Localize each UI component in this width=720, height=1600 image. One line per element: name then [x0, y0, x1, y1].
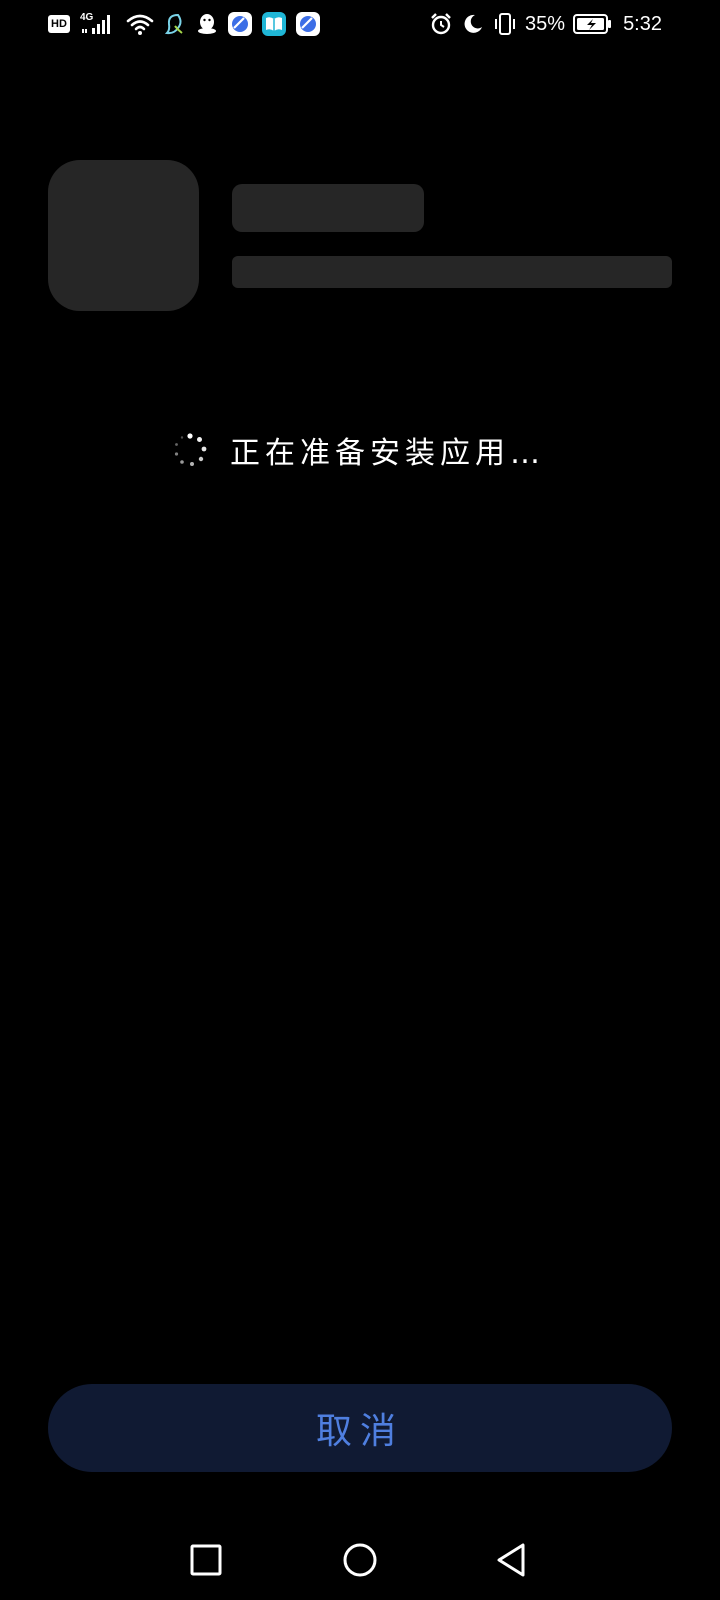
- back-icon: [497, 1543, 525, 1577]
- status-bar-right: 35% 5:32: [429, 0, 662, 48]
- loading-spinner-icon: [174, 433, 207, 466]
- battery-charging-icon: [573, 14, 612, 34]
- browser-icon: [228, 12, 252, 36]
- wifi-icon: [126, 14, 154, 35]
- recent-apps-button[interactable]: [174, 1520, 238, 1600]
- preparing-status: 正在准备安装应用…: [172, 426, 545, 474]
- app-notification-icon: [164, 13, 183, 35]
- reader-icon: [262, 12, 286, 36]
- signal-icon: 4G: [80, 12, 116, 36]
- home-icon: [343, 1543, 377, 1577]
- do-not-disturb-icon: [464, 14, 483, 33]
- app-subtitle-placeholder: [232, 256, 672, 288]
- status-bar: HD 4G 35% 5:32: [0, 0, 720, 48]
- app-icon-placeholder: [48, 160, 199, 311]
- navigation-bar: [0, 1520, 720, 1600]
- cancel-label: 取消: [315, 1411, 404, 1452]
- battery-percent: 35%: [525, 12, 566, 35]
- cancel-button[interactable]: 取消: [48, 1384, 672, 1472]
- vibrate-icon: [495, 13, 516, 35]
- recent-apps-icon: [190, 1544, 222, 1576]
- alarm-icon: [431, 13, 451, 35]
- app-title-placeholder: [232, 184, 424, 232]
- browser-icon: [296, 12, 320, 36]
- hd-icon: HD: [48, 15, 70, 33]
- preparing-text: 正在准备安装应用…: [230, 436, 545, 471]
- hd-label: HD: [51, 18, 67, 30]
- clock: 5:32: [623, 12, 662, 35]
- back-button[interactable]: [480, 1520, 544, 1600]
- home-button[interactable]: [328, 1520, 392, 1600]
- qq-icon: [198, 14, 216, 34]
- status-bar-left: HD 4G: [48, 0, 320, 48]
